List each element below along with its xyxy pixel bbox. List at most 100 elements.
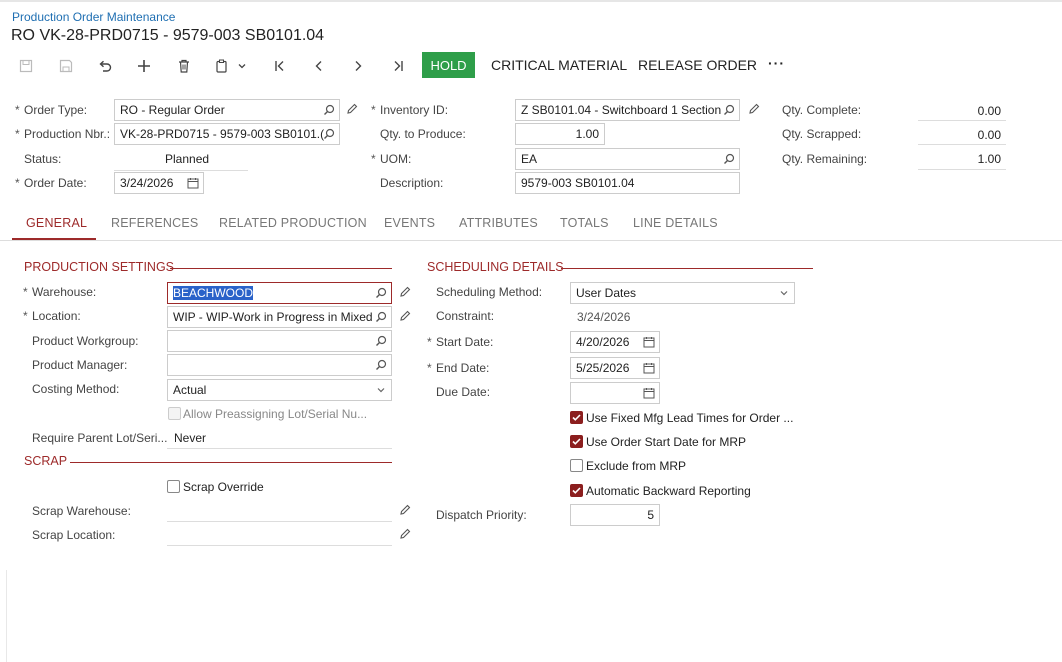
search-icon[interactable] (322, 127, 336, 141)
end-date-field[interactable]: 5/25/2026 (570, 357, 660, 379)
product-workgroup-field[interactable] (167, 330, 392, 352)
auto-backward-reporting-label: Automatic Backward Reporting (586, 484, 751, 498)
delete-icon[interactable] (174, 56, 194, 76)
edit-pencil-icon[interactable] (345, 102, 359, 116)
dispatch-priority-label: Dispatch Priority: (436, 508, 527, 522)
section-rule (170, 268, 392, 269)
search-icon[interactable] (374, 310, 388, 324)
release-order-button[interactable]: RELEASE ORDER (638, 57, 757, 73)
order-type-label: * Order Type: (15, 103, 88, 117)
tabs-divider (0, 240, 1062, 241)
calendar-icon[interactable] (642, 386, 656, 400)
tab-related-production[interactable]: RELATED PRODUCTION (219, 216, 367, 230)
scrap-override-checkbox[interactable] (167, 480, 180, 493)
qty-scrapped-underline (918, 144, 1006, 145)
left-border (6, 570, 7, 662)
order-date-field[interactable]: 3/24/2026 (114, 172, 204, 194)
tab-attributes[interactable]: ATTRIBUTES (459, 216, 538, 230)
warehouse-field[interactable]: BEACHWOOD (167, 282, 392, 304)
use-order-start-date-checkbox[interactable] (570, 435, 583, 448)
hold-button[interactable]: HOLD (422, 52, 475, 78)
chevron-down-icon[interactable] (777, 286, 791, 300)
dispatch-priority-field[interactable]: 5 (570, 504, 660, 526)
qty-remaining-value: 1.00 (977, 152, 1001, 166)
tab-totals[interactable]: TOTALS (560, 216, 609, 230)
top-border (0, 0, 1062, 2)
qty-complete-value: 0.00 (977, 104, 1001, 118)
calendar-icon[interactable] (186, 176, 200, 190)
calendar-icon[interactable] (642, 361, 656, 375)
more-actions-button[interactable]: ··· (768, 55, 785, 71)
scrap-warehouse-label: Scrap Warehouse: (32, 504, 131, 518)
undo-icon[interactable] (95, 56, 115, 76)
tab-line-details[interactable]: LINE DETAILS (633, 216, 718, 230)
search-icon[interactable] (722, 103, 736, 117)
start-date-field[interactable]: 4/20/2026 (570, 331, 660, 353)
allow-preassigning-checkbox[interactable] (168, 407, 181, 420)
save-close-icon[interactable] (16, 56, 36, 76)
search-icon[interactable] (374, 286, 388, 300)
use-fixed-lead-times-label: Use Fixed Mfg Lead Times for Order ... (586, 411, 794, 425)
use-fixed-lead-times-checkbox[interactable] (570, 411, 583, 424)
previous-record-icon[interactable] (309, 56, 329, 76)
uom-label: * UOM: (371, 152, 412, 166)
description-label: Description: (380, 176, 444, 190)
last-record-icon[interactable] (388, 56, 408, 76)
calendar-icon[interactable] (642, 335, 656, 349)
production-settings-heading: PRODUCTION SETTINGS (24, 260, 175, 274)
status-value: Planned (165, 152, 210, 166)
location-label: * Location: (23, 309, 81, 323)
order-type-field[interactable]: RO - Regular Order (114, 99, 340, 121)
scheduling-details-heading: SCHEDULING DETAILS (427, 260, 564, 274)
edit-pencil-icon[interactable] (398, 309, 412, 323)
inventory-id-field[interactable]: Z SB0101.04 - Switchboard 1 Section (515, 99, 740, 121)
scheduling-method-select[interactable]: User Dates (570, 282, 795, 304)
search-icon[interactable] (374, 358, 388, 372)
product-manager-label: Product Manager: (32, 358, 128, 372)
use-order-start-date-label: Use Order Start Date for MRP (586, 435, 747, 449)
product-manager-field[interactable] (167, 354, 392, 376)
tab-events[interactable]: EVENTS (384, 216, 435, 230)
description-field[interactable]: 9579-003 SB0101.04 (515, 172, 740, 194)
qty-remaining-underline (918, 169, 1006, 170)
auto-backward-reporting-checkbox[interactable] (570, 484, 583, 497)
require-parent-value: Never (174, 431, 207, 445)
costing-method-label: Costing Method: (32, 382, 120, 396)
edit-pencil-icon[interactable] (398, 527, 412, 541)
scrap-location-label: Scrap Location: (32, 528, 116, 542)
constraint-label: Constraint: (436, 309, 495, 323)
screen-name-link[interactable]: Production Order Maintenance (12, 10, 175, 24)
section-rule (70, 462, 392, 463)
edit-pencil-icon[interactable] (747, 102, 761, 116)
qty-to-produce-label: Qty. to Produce: (380, 127, 466, 141)
production-nbr-field[interactable]: VK-28-PRD0715 - 9579-003 SB0101.( (114, 123, 340, 145)
add-icon[interactable] (134, 56, 154, 76)
location-field[interactable]: WIP - WIP-Work in Progress in Mixed (167, 306, 392, 328)
next-record-icon[interactable] (348, 56, 368, 76)
search-icon[interactable] (322, 103, 336, 117)
search-icon[interactable] (722, 152, 736, 166)
scrap-override-label: Scrap Override (183, 480, 264, 494)
critical-material-button[interactable]: CRITICAL MATERIAL (491, 57, 627, 73)
scrap-warehouse-field (167, 521, 392, 522)
first-record-icon[interactable] (270, 56, 290, 76)
active-tab-indicator (12, 238, 96, 240)
order-date-label: * Order Date: (15, 176, 87, 190)
uom-field[interactable]: EA (515, 148, 740, 170)
exclude-from-mrp-checkbox[interactable] (570, 459, 583, 472)
chevron-down-icon[interactable] (235, 56, 249, 76)
exclude-from-mrp-label: Exclude from MRP (586, 459, 687, 473)
chevron-down-icon[interactable] (374, 383, 388, 397)
copy-paste-icon[interactable] (212, 56, 232, 76)
tab-references[interactable]: REFERENCES (111, 216, 198, 230)
edit-pencil-icon[interactable] (398, 285, 412, 299)
due-date-field[interactable] (570, 382, 660, 404)
tab-general[interactable]: GENERAL (26, 216, 87, 230)
costing-method-select[interactable]: Actual (167, 379, 392, 401)
inventory-id-label: * Inventory ID: (371, 103, 449, 117)
qty-to-produce-field[interactable]: 1.00 (515, 123, 605, 145)
scrap-heading: SCRAP (24, 454, 68, 468)
edit-pencil-icon[interactable] (398, 503, 412, 517)
save-icon[interactable] (56, 56, 76, 76)
search-icon[interactable] (374, 334, 388, 348)
